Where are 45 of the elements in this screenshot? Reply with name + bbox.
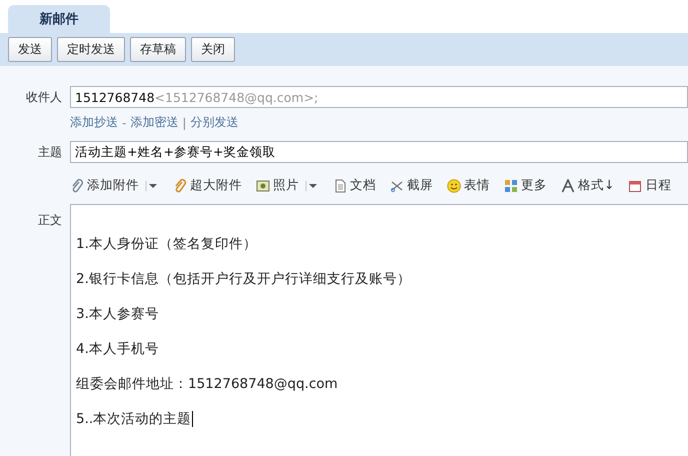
- recipient-address: <1512768748@qq.com>;: [154, 90, 318, 104]
- dropdown-caret-icon: [145, 180, 159, 190]
- body-line: 2.银行卡信息（包括开户行及开户行详细支行及账号）: [76, 270, 412, 288]
- recipient-link[interactable]: 添加密送: [130, 114, 178, 131]
- body-editor[interactable]: 1.本人身份证（签名复印件） 2.银行卡信息（包括开户行及开户行详细支行及账号） 3.本人参赛号 4.本人手机号 组委会邮件地址：1512768748@qq.com 5..本次活动的主题: [70, 204, 688, 456]
- body-line: 3.本人参赛号: [76, 305, 160, 323]
- smiley-icon: [447, 178, 461, 192]
- editor-tool-button[interactable]: 更多: [504, 177, 547, 194]
- editor-tool-button[interactable]: 格式↓: [561, 177, 614, 194]
- subject-field[interactable]: 活动主题+姓名+参赛号+奖金领取: [70, 141, 688, 163]
- dropdown-caret-icon: [305, 180, 319, 190]
- recipient-field[interactable]: 1512768748<1512768748@qq.com>;: [70, 86, 688, 108]
- photo-icon: [256, 178, 270, 192]
- scissors-icon: [390, 178, 404, 192]
- paperclip-icon: [70, 178, 84, 192]
- action-button[interactable]: 发送: [8, 37, 52, 62]
- font-icon: [561, 178, 575, 192]
- action-button[interactable]: 定时发送: [57, 37, 125, 62]
- body-line: 4.本人手机号: [76, 340, 160, 358]
- recipient-name: 1512768748: [75, 90, 155, 104]
- body-line: 组委会邮件地址：1512768748@qq.com: [76, 375, 339, 393]
- editor-tool-button[interactable]: 日程: [628, 177, 672, 194]
- link-separator: -: [122, 116, 126, 130]
- tab[interactable]: 新邮件: [8, 5, 110, 33]
- grid-icon: [504, 178, 518, 192]
- body-line: 1.本人身份证（签名复印件）: [76, 235, 258, 253]
- body-line: 5..本次活动的主题: [76, 410, 194, 428]
- link-separator: |: [182, 116, 186, 130]
- field-label: 正文: [37, 212, 63, 229]
- editor-tool-button[interactable]: 超大附件: [173, 177, 242, 194]
- action-button[interactable]: 关闭: [191, 37, 235, 62]
- editor-tool-button[interactable]: 表情: [447, 177, 490, 194]
- action-button[interactable]: 存草稿: [130, 37, 186, 62]
- editor-tool-button[interactable]: 添加附件: [70, 177, 159, 194]
- field-label: 收件人: [25, 88, 63, 106]
- editor-tool-button[interactable]: 照片: [256, 177, 319, 194]
- editor-tool-button[interactable]: 文档: [333, 177, 376, 194]
- calendar-icon: [628, 178, 642, 192]
- text-cursor: [192, 411, 194, 427]
- recipient-link[interactable]: 添加抄送: [70, 114, 118, 131]
- paperclip-icon: [173, 178, 187, 192]
- recipient-link[interactable]: 分别发送: [190, 114, 238, 131]
- document-icon: [333, 178, 347, 192]
- field-label: 主题: [37, 144, 63, 160]
- editor-tool-button[interactable]: 截屏: [390, 177, 433, 194]
